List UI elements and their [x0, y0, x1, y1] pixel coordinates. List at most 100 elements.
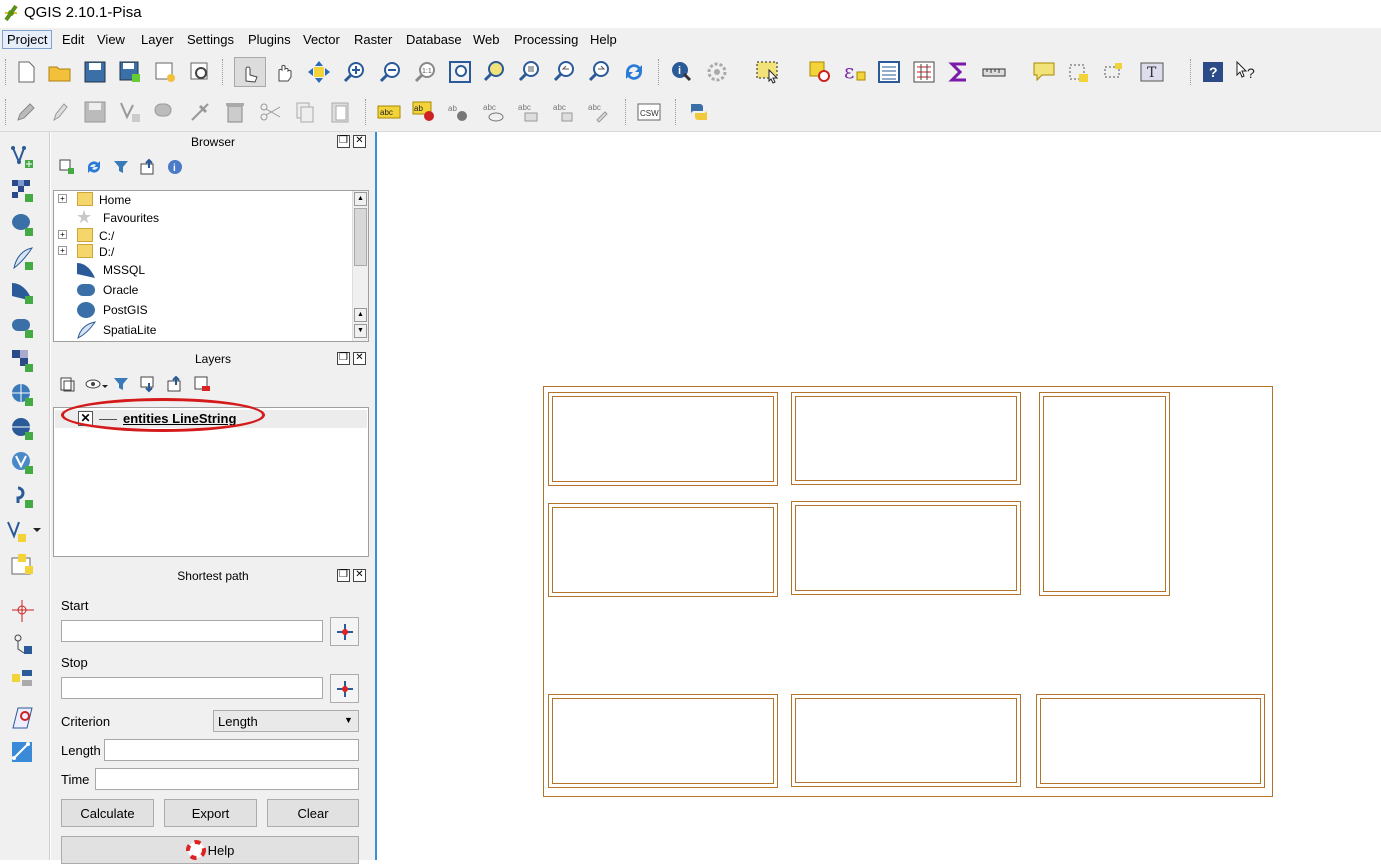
pan-icon[interactable] — [272, 59, 298, 85]
open-project-icon[interactable] — [47, 59, 73, 85]
save-project-icon[interactable] — [82, 59, 108, 85]
stop-capture-button[interactable] — [330, 674, 359, 703]
add-selected-layer-icon[interactable] — [55, 155, 79, 179]
zoom-to-layer-icon[interactable] — [517, 59, 543, 85]
save-edits-icon[interactable] — [82, 99, 108, 125]
scroll-thumb[interactable] — [354, 208, 367, 266]
expand-icon[interactable]: + — [58, 230, 67, 239]
add-raster-layer-icon[interactable] — [10, 178, 36, 204]
zoom-last-icon[interactable] — [552, 59, 578, 85]
stop-input[interactable] — [61, 677, 323, 699]
menu-plugins[interactable]: Plugins — [248, 32, 291, 47]
move-feature-icon[interactable] — [152, 99, 178, 125]
topology-icon[interactable] — [10, 740, 36, 766]
calculate-button[interactable]: Calculate — [61, 799, 154, 827]
touch-icon[interactable] — [234, 57, 266, 87]
scroll-down-icon[interactable]: ▼ — [354, 324, 367, 338]
browser-item-oracle[interactable]: Oracle — [54, 281, 352, 299]
menu-project[interactable]: Project — [2, 30, 53, 49]
scroll-up-icon[interactable]: ▲ — [354, 308, 367, 322]
paste-features-icon[interactable] — [327, 99, 353, 125]
browser-item-home[interactable]: + Home — [54, 191, 352, 209]
digitize-icon[interactable] — [10, 632, 36, 658]
add-mssql-layer-icon[interactable] — [10, 280, 36, 306]
expand-icon[interactable]: + — [58, 194, 67, 203]
add-virtual-layer-icon[interactable] — [10, 598, 36, 624]
new-print-composer-icon[interactable] — [152, 59, 178, 85]
add-postgis-layer-icon[interactable] — [10, 212, 36, 238]
save-as-icon[interactable] — [117, 59, 143, 85]
measure-icon[interactable] — [981, 59, 1007, 85]
time-field[interactable] — [95, 768, 359, 790]
csw-icon[interactable]: CSW — [636, 99, 662, 125]
zoom-native-icon[interactable]: 1:1 — [412, 59, 438, 85]
shortest-path-close-icon[interactable]: ✕ — [353, 569, 366, 582]
change-label-icon[interactable]: abc — [586, 99, 612, 125]
add-wms-layer-icon[interactable] — [10, 348, 36, 374]
select-icon[interactable] — [755, 59, 781, 85]
add-spatialite-layer-icon[interactable] — [10, 246, 36, 272]
deselect-icon[interactable] — [807, 59, 833, 85]
node-tool-icon[interactable] — [187, 99, 213, 125]
action-icon[interactable] — [704, 59, 730, 85]
current-edits-icon[interactable] — [13, 99, 39, 125]
show-bookmarks-icon[interactable] — [1101, 59, 1127, 85]
whats-this-icon[interactable]: ? — [1234, 59, 1260, 85]
new-shapefile-icon[interactable] — [10, 484, 36, 510]
copy-features-icon[interactable] — [292, 99, 318, 125]
new-temp-layer-icon[interactable] — [10, 552, 36, 578]
add-delimited-text-icon[interactable] — [10, 450, 36, 476]
menu-settings[interactable]: Settings — [187, 32, 234, 47]
menu-view[interactable]: View — [97, 32, 125, 47]
browser-refresh-icon[interactable] — [82, 155, 106, 179]
add-vector-layer-icon[interactable] — [10, 144, 36, 170]
browser-scrollbar[interactable]: ▲ ▲ ▼ — [352, 191, 368, 341]
show-hide-labels-icon[interactable]: abc — [481, 99, 507, 125]
new-bookmark-icon[interactable] — [1066, 59, 1092, 85]
add-feature-icon[interactable] — [117, 99, 143, 125]
pan-to-selection-icon[interactable] — [306, 59, 332, 85]
field-calculator-icon[interactable] — [911, 59, 937, 85]
menu-processing[interactable]: Processing — [514, 32, 578, 47]
move-label-icon[interactable]: abc — [516, 99, 542, 125]
browser-item-mssql[interactable]: MSSQL — [54, 261, 352, 279]
expression-select-icon[interactable]: ε — [842, 59, 868, 85]
browser-collapse-icon[interactable] — [136, 155, 160, 179]
add-wfs-layer-icon[interactable] — [10, 416, 36, 442]
new-spatialite-icon[interactable] — [4, 518, 42, 544]
menu-edit[interactable]: Edit — [62, 32, 84, 47]
zoom-to-selection-icon[interactable] — [482, 59, 508, 85]
help-contents-icon[interactable]: ? — [1200, 59, 1226, 85]
menu-layer[interactable]: Layer — [141, 32, 174, 47]
browser-properties-icon[interactable]: i — [163, 155, 187, 179]
layers-filter-icon[interactable] — [109, 372, 133, 396]
expand-icon[interactable]: + — [58, 246, 67, 255]
menu-web[interactable]: Web — [473, 32, 500, 47]
browser-close-icon[interactable]: ✕ — [353, 135, 366, 148]
map-canvas[interactable] — [375, 132, 1381, 860]
menu-help[interactable]: Help — [590, 32, 617, 47]
export-button[interactable]: Export — [164, 799, 257, 827]
clear-button[interactable]: Clear — [267, 799, 359, 827]
add-wcs-layer-icon[interactable] — [10, 382, 36, 408]
layers-float-icon[interactable]: ❐ — [337, 352, 350, 365]
statistics-icon[interactable] — [946, 59, 972, 85]
scroll-up-icon[interactable]: ▲ — [354, 192, 367, 206]
browser-float-icon[interactable]: ❐ — [337, 135, 350, 148]
identify-icon[interactable]: i — [669, 59, 695, 85]
zoom-out-icon[interactable] — [377, 59, 403, 85]
delete-selected-icon[interactable] — [222, 99, 248, 125]
highlight-pinned-icon[interactable]: ab — [446, 99, 472, 125]
menu-database[interactable]: Database — [406, 32, 462, 47]
collapse-all-icon[interactable] — [163, 372, 187, 396]
expand-all-icon[interactable] — [136, 372, 160, 396]
zoom-full-icon[interactable] — [447, 59, 473, 85]
start-capture-button[interactable] — [330, 617, 359, 646]
map-tips-icon[interactable] — [1031, 59, 1057, 85]
shortest-path-float-icon[interactable]: ❐ — [337, 569, 350, 582]
zoom-next-icon[interactable] — [587, 59, 613, 85]
browser-item-favourites[interactable]: ★ Favourites — [54, 207, 352, 227]
criterion-select[interactable]: Length ▼ — [213, 710, 359, 732]
zoom-in-icon[interactable] — [341, 59, 367, 85]
length-field[interactable] — [104, 739, 359, 761]
